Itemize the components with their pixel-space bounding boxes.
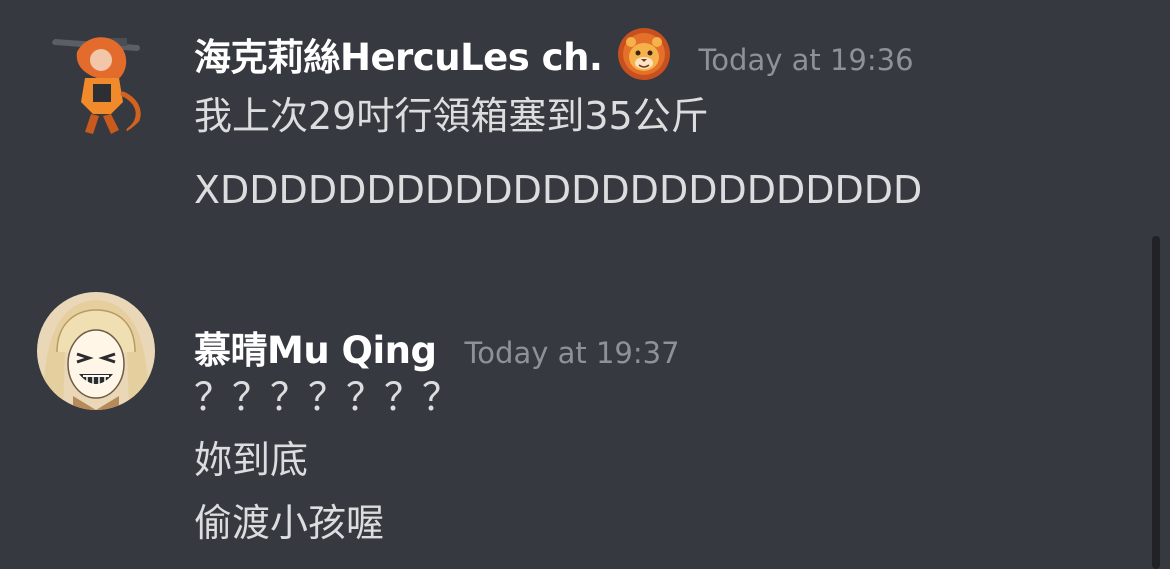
message-header: 海克莉絲HercuLes ch. Today at 19:36 — [194, 27, 914, 81]
scrollbar-thumb[interactable] — [1152, 236, 1160, 569]
message-text: ？？？？？？？ — [194, 375, 461, 419]
message-text: 妳到底 — [194, 438, 309, 482]
username[interactable]: 慕晴Mu Qing — [194, 320, 437, 374]
timestamp: Today at 19:37 — [464, 336, 680, 370]
avatar[interactable] — [37, 22, 155, 140]
timestamp: Today at 19:36 — [698, 43, 914, 77]
message-header: 慕晴Mu Qing Today at 19:37 — [194, 320, 680, 372]
username[interactable]: 海克莉絲HercuLes ch. — [194, 27, 603, 81]
lion-emoji-icon — [617, 27, 671, 81]
avatar[interactable] — [37, 292, 155, 410]
message-text: 偷渡小孩喔 — [194, 501, 385, 545]
character-avatar-icon — [37, 292, 155, 410]
character-avatar-icon — [37, 22, 155, 140]
message-group: 慕晴Mu Qing Today at 19:37 ？？？？？？？ 妳到底 偷渡小… — [0, 280, 1150, 569]
message-text: 我上次29吋行領箱塞到35公斤 — [194, 94, 709, 138]
message-text: XDDDDDDDDDDDDDDDDDDDDDDDD — [194, 168, 923, 212]
message-group: 海克莉絲HercuLes ch. Today at 19:36 我上次29吋行領… — [0, 0, 1150, 240]
